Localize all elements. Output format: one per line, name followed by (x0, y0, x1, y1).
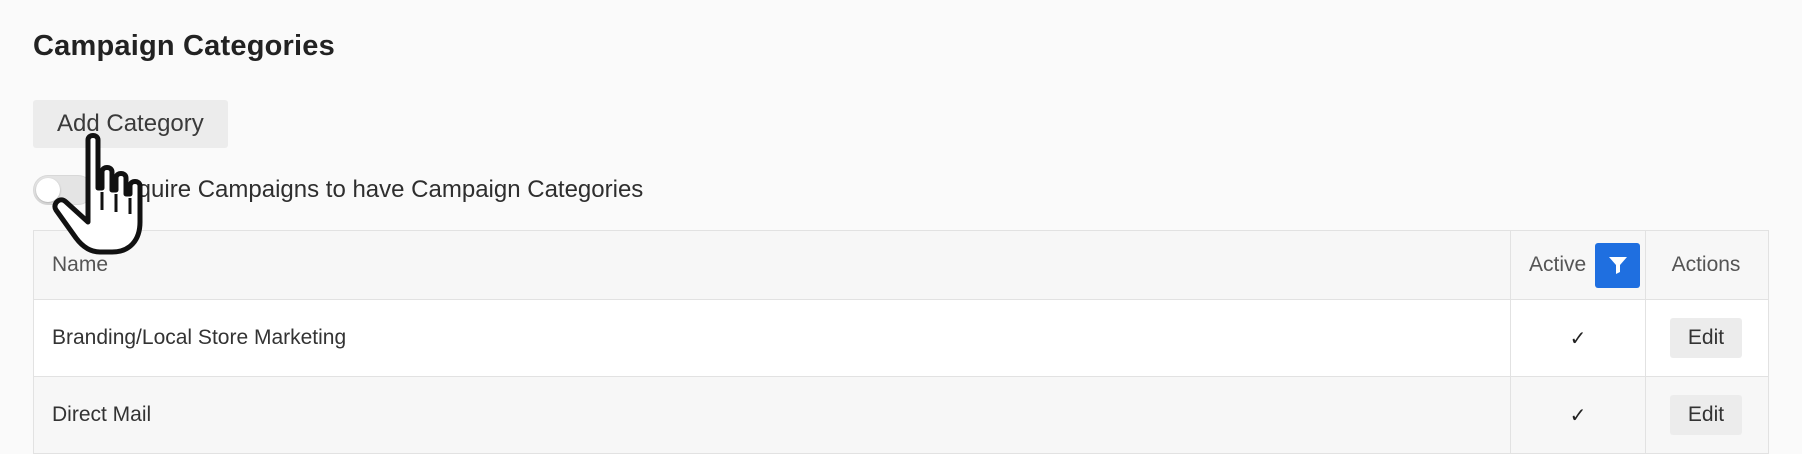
table-row: Branding/Local Store Marketing ✓ Edit (34, 300, 1768, 377)
cell-actions: Edit (1646, 377, 1766, 453)
column-header-actions-label: Actions (1671, 253, 1741, 276)
cell-active: ✓ (1511, 300, 1646, 376)
column-header-active: Active (1511, 231, 1646, 299)
require-categories-label: Require Campaigns to have Campaign Categ… (107, 176, 644, 203)
cell-name: Branding/Local Store Marketing (34, 300, 1511, 376)
edit-button[interactable]: Edit (1669, 395, 1743, 435)
category-name: Branding/Local Store Marketing (52, 326, 347, 349)
require-categories-toggle[interactable] (33, 175, 93, 205)
table-row: Direct Mail ✓ Edit (34, 377, 1768, 454)
check-icon: ✓ (1569, 404, 1587, 427)
page-title: Campaign Categories (33, 30, 335, 62)
filter-icon (1608, 257, 1627, 274)
categories-table: Name Active Actions Branding/Local Store… (33, 230, 1769, 454)
toggle-knob (36, 178, 60, 202)
column-header-active-label: Active (1529, 253, 1587, 276)
column-header-actions: Actions (1646, 231, 1766, 299)
add-category-button[interactable]: Add Category (33, 100, 228, 148)
cell-name: Direct Mail (34, 377, 1511, 453)
active-filter-button[interactable] (1595, 242, 1640, 288)
edit-button[interactable]: Edit (1669, 318, 1743, 358)
require-categories-setting: Require Campaigns to have Campaign Categ… (33, 174, 643, 206)
check-icon: ✓ (1569, 327, 1587, 350)
cell-active: ✓ (1511, 377, 1646, 453)
column-header-name: Name (34, 231, 1511, 299)
column-header-name-label: Name (52, 253, 109, 276)
cell-actions: Edit (1646, 300, 1766, 376)
table-header: Name Active Actions (34, 231, 1768, 300)
category-name: Direct Mail (52, 403, 152, 426)
